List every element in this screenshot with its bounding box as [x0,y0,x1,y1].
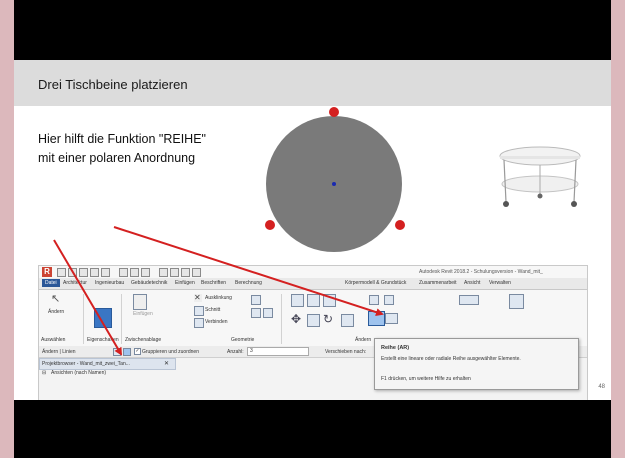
array-icon[interactable] [368,311,385,326]
insert-button-label[interactable]: Einfügen [133,311,153,317]
revit-window-screenshot: R Autodesk Revit 2018.2 - Schulungsversi… [38,265,588,400]
tab-ingenieurbau[interactable]: Ingenieurbau [95,280,124,286]
panel-properties-label: Eigenschaften [87,337,119,343]
modify-button-label[interactable]: Ändern [48,309,64,315]
save-icon[interactable] [68,268,77,277]
properties-icon[interactable] [94,308,112,328]
cmd-cut-geometry-label[interactable]: Schnitt [205,307,220,313]
redo-icon[interactable] [90,268,99,277]
tab-zusammenarbeit[interactable]: Zusammenarbeit [419,280,457,286]
tooltip-help: F1 drücken, um weitere Hilfe zu erhalten [381,376,471,382]
tooltip-description: Erstellt eine lineare oder radiale Reihe… [381,356,521,362]
leg-marker-left [265,220,275,230]
radial-array-icon[interactable] [123,348,131,356]
section-icon[interactable] [170,268,179,277]
split-icon[interactable] [384,295,394,305]
tab-koerpermodell[interactable]: Körpermodell & Grundstück [345,280,406,286]
panel-select-label: Auswählen [41,337,66,343]
pin-icon[interactable] [369,295,379,305]
panel-modify-label: Ändern [355,337,372,343]
presentation-slide: Drei Tischbeine platzieren Hier hilft di… [14,60,611,400]
3d-view-icon[interactable] [159,268,168,277]
wall-join-icon[interactable] [251,295,261,305]
tab-datei[interactable]: Datei [42,279,60,287]
scale-icon[interactable] [385,313,398,324]
line-style-icon[interactable] [459,295,479,305]
undo-icon[interactable] [79,268,88,277]
video-frame: Drei Tischbeine platzieren Hier hilft di… [14,0,611,458]
measure-icon[interactable] [119,268,128,277]
cmd-join-label[interactable]: Verbinden [205,319,228,325]
panel-separator [281,294,282,344]
cut-geometry-icon[interactable] [194,306,204,316]
center-point [332,182,336,186]
dimension-icon[interactable] [130,268,139,277]
close-views-icon[interactable] [192,268,201,277]
table-photo [499,146,581,207]
group-checkbox-label: Gruppieren und zuordnen [142,349,199,355]
leg-marker-right [395,220,405,230]
thin-lines-icon[interactable] [181,268,190,277]
project-browser-header: Projektbrowser - Wand_mit_zwei_Tan... ✕ [39,358,176,370]
tab-architektur[interactable]: Architektur [63,280,87,286]
panel-geometry-label: Geometrie [231,337,255,343]
tab-verwalten[interactable]: Verwalten [489,280,511,286]
tab-berechnung[interactable]: Berechnung [235,280,262,286]
revit-logo[interactable]: R [42,267,52,277]
panel-separator [83,294,84,344]
window-title: Autodesk Revit 2018.2 - Schulungsversion… [419,269,543,275]
tab-beschriften[interactable]: Beschriften [201,280,226,286]
trim-icon[interactable] [341,314,354,327]
leg-marker-top [329,107,339,117]
offset-icon[interactable] [307,294,320,307]
panel-separator [121,294,122,344]
count-label: Anzahl: [227,349,244,355]
slide-number: 48 [598,384,605,390]
cut-icon[interactable]: ✕ [194,294,202,302]
browser-tree-item[interactable]: Ansichten (nach Namen) [51,370,106,376]
group-checkbox[interactable]: ✓ [134,348,141,355]
split-face-icon[interactable] [251,308,261,318]
view-icon[interactable] [509,294,524,309]
tree-expand-icon[interactable]: ⊟ [42,370,46,376]
paste-icon[interactable] [133,294,147,310]
align-icon[interactable] [291,294,304,307]
tab-gebaeudetechnik[interactable]: Gebäudetechnik [131,280,167,286]
join-icon[interactable] [194,318,204,328]
project-browser-title: Projektbrowser - Wand_mit_zwei_Tan... [42,361,130,367]
modify-cursor-icon[interactable]: ↖ [51,294,61,305]
close-icon[interactable]: ✕ [164,360,169,367]
tab-ansicht[interactable]: Ansicht [464,280,480,286]
array-tooltip: Reihe (AR) Erstellt eine lineare oder ra… [374,338,579,390]
move-to-label: Verschieben nach: [325,349,367,355]
rotate-icon[interactable]: ↻ [323,313,334,325]
mirror-icon[interactable] [323,294,336,307]
paint-icon[interactable] [263,308,273,318]
text-icon[interactable] [141,268,150,277]
linear-array-icon[interactable] [113,348,121,356]
tab-einfuegen[interactable]: Einfügen [175,280,195,286]
tooltip-title: Reihe (AR) [381,345,410,351]
options-context-label: Ändern | Linien [42,349,76,355]
move-icon[interactable]: ✥ [291,313,302,325]
open-icon[interactable] [57,268,66,277]
panel-clipboard-label: Zwischenablage [125,337,162,343]
ribbon-tab-bar: Datei Architektur Ingenieurbau Gebäudete… [39,278,587,290]
count-input[interactable]: 3 [247,347,309,356]
print-icon[interactable] [101,268,110,277]
cmd-cut-label[interactable]: Ausklinkung [205,295,232,301]
copy-icon[interactable] [307,314,320,327]
